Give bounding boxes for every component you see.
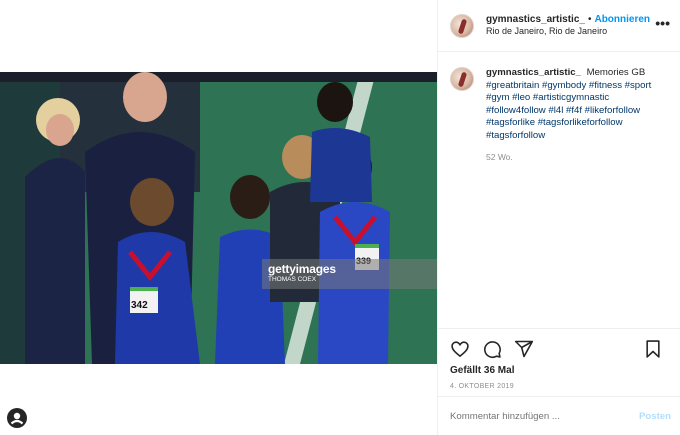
bookmark-icon[interactable] (643, 339, 663, 359)
comment-box: Posten (438, 396, 680, 435)
caption-time-ago[interactable]: 52 Wo. (486, 151, 668, 164)
user-icon (10, 412, 24, 425)
caption-text: gymnastics_artistic_ Memories GB #greatb… (486, 67, 668, 327)
post-comment-button[interactable]: Posten (639, 411, 671, 422)
header-separator: • (587, 13, 592, 25)
watermark-brand: gettyimages (268, 262, 336, 276)
user-tag-button[interactable] (7, 408, 27, 428)
share-icon[interactable] (514, 339, 534, 359)
instagram-post-page: 342 339 gettyimages THOMAS COEX gymnasti… (0, 0, 680, 435)
watermark-credit: THOMAS COEX (268, 276, 317, 283)
comment-input[interactable] (450, 410, 639, 422)
caption-username[interactable]: gymnastics_artistic_ (486, 67, 581, 78)
like-count[interactable]: Gefällt 36 Mal (450, 365, 671, 376)
heart-icon[interactable] (450, 339, 470, 359)
post-photo[interactable]: 342 339 gettyimages THOMAS COEX (0, 72, 437, 364)
caption-avatar[interactable] (450, 67, 474, 91)
post-actions: Gefällt 36 Mal 4. OKTOBER 2019 (438, 328, 680, 390)
post-date[interactable]: 4. OKTOBER 2019 (450, 383, 671, 390)
bib-342: 342 (131, 300, 148, 311)
action-icons (450, 337, 671, 361)
more-options-icon[interactable]: ••• (655, 16, 670, 30)
post-sidebar: gymnastics_artistic_ • Abonnieren Rio de… (437, 0, 680, 435)
header-text: gymnastics_artistic_ • Abonnieren Rio de… (486, 14, 650, 38)
header-line: gymnastics_artistic_ • Abonnieren (486, 14, 650, 27)
location-link[interactable]: Rio de Janeiro, Rio de Janeiro (486, 26, 650, 37)
caption-body: Memories GB (586, 67, 646, 78)
photo-illustration: 342 339 (0, 72, 437, 364)
getty-watermark: gettyimages THOMAS COEX (262, 259, 437, 289)
avatar[interactable] (450, 13, 474, 38)
post-header: gymnastics_artistic_ • Abonnieren Rio de… (438, 0, 680, 52)
caption-hashtags[interactable]: #greatbritain #gymbody #fitness #sport #… (486, 80, 651, 141)
follow-button[interactable]: Abonnieren (594, 14, 650, 27)
media-column: 342 339 gettyimages THOMAS COEX (0, 0, 437, 435)
header-username[interactable]: gymnastics_artistic_ (486, 14, 585, 27)
comment-icon[interactable] (482, 339, 502, 359)
caption-area: gymnastics_artistic_ Memories GB #greatb… (438, 52, 680, 327)
